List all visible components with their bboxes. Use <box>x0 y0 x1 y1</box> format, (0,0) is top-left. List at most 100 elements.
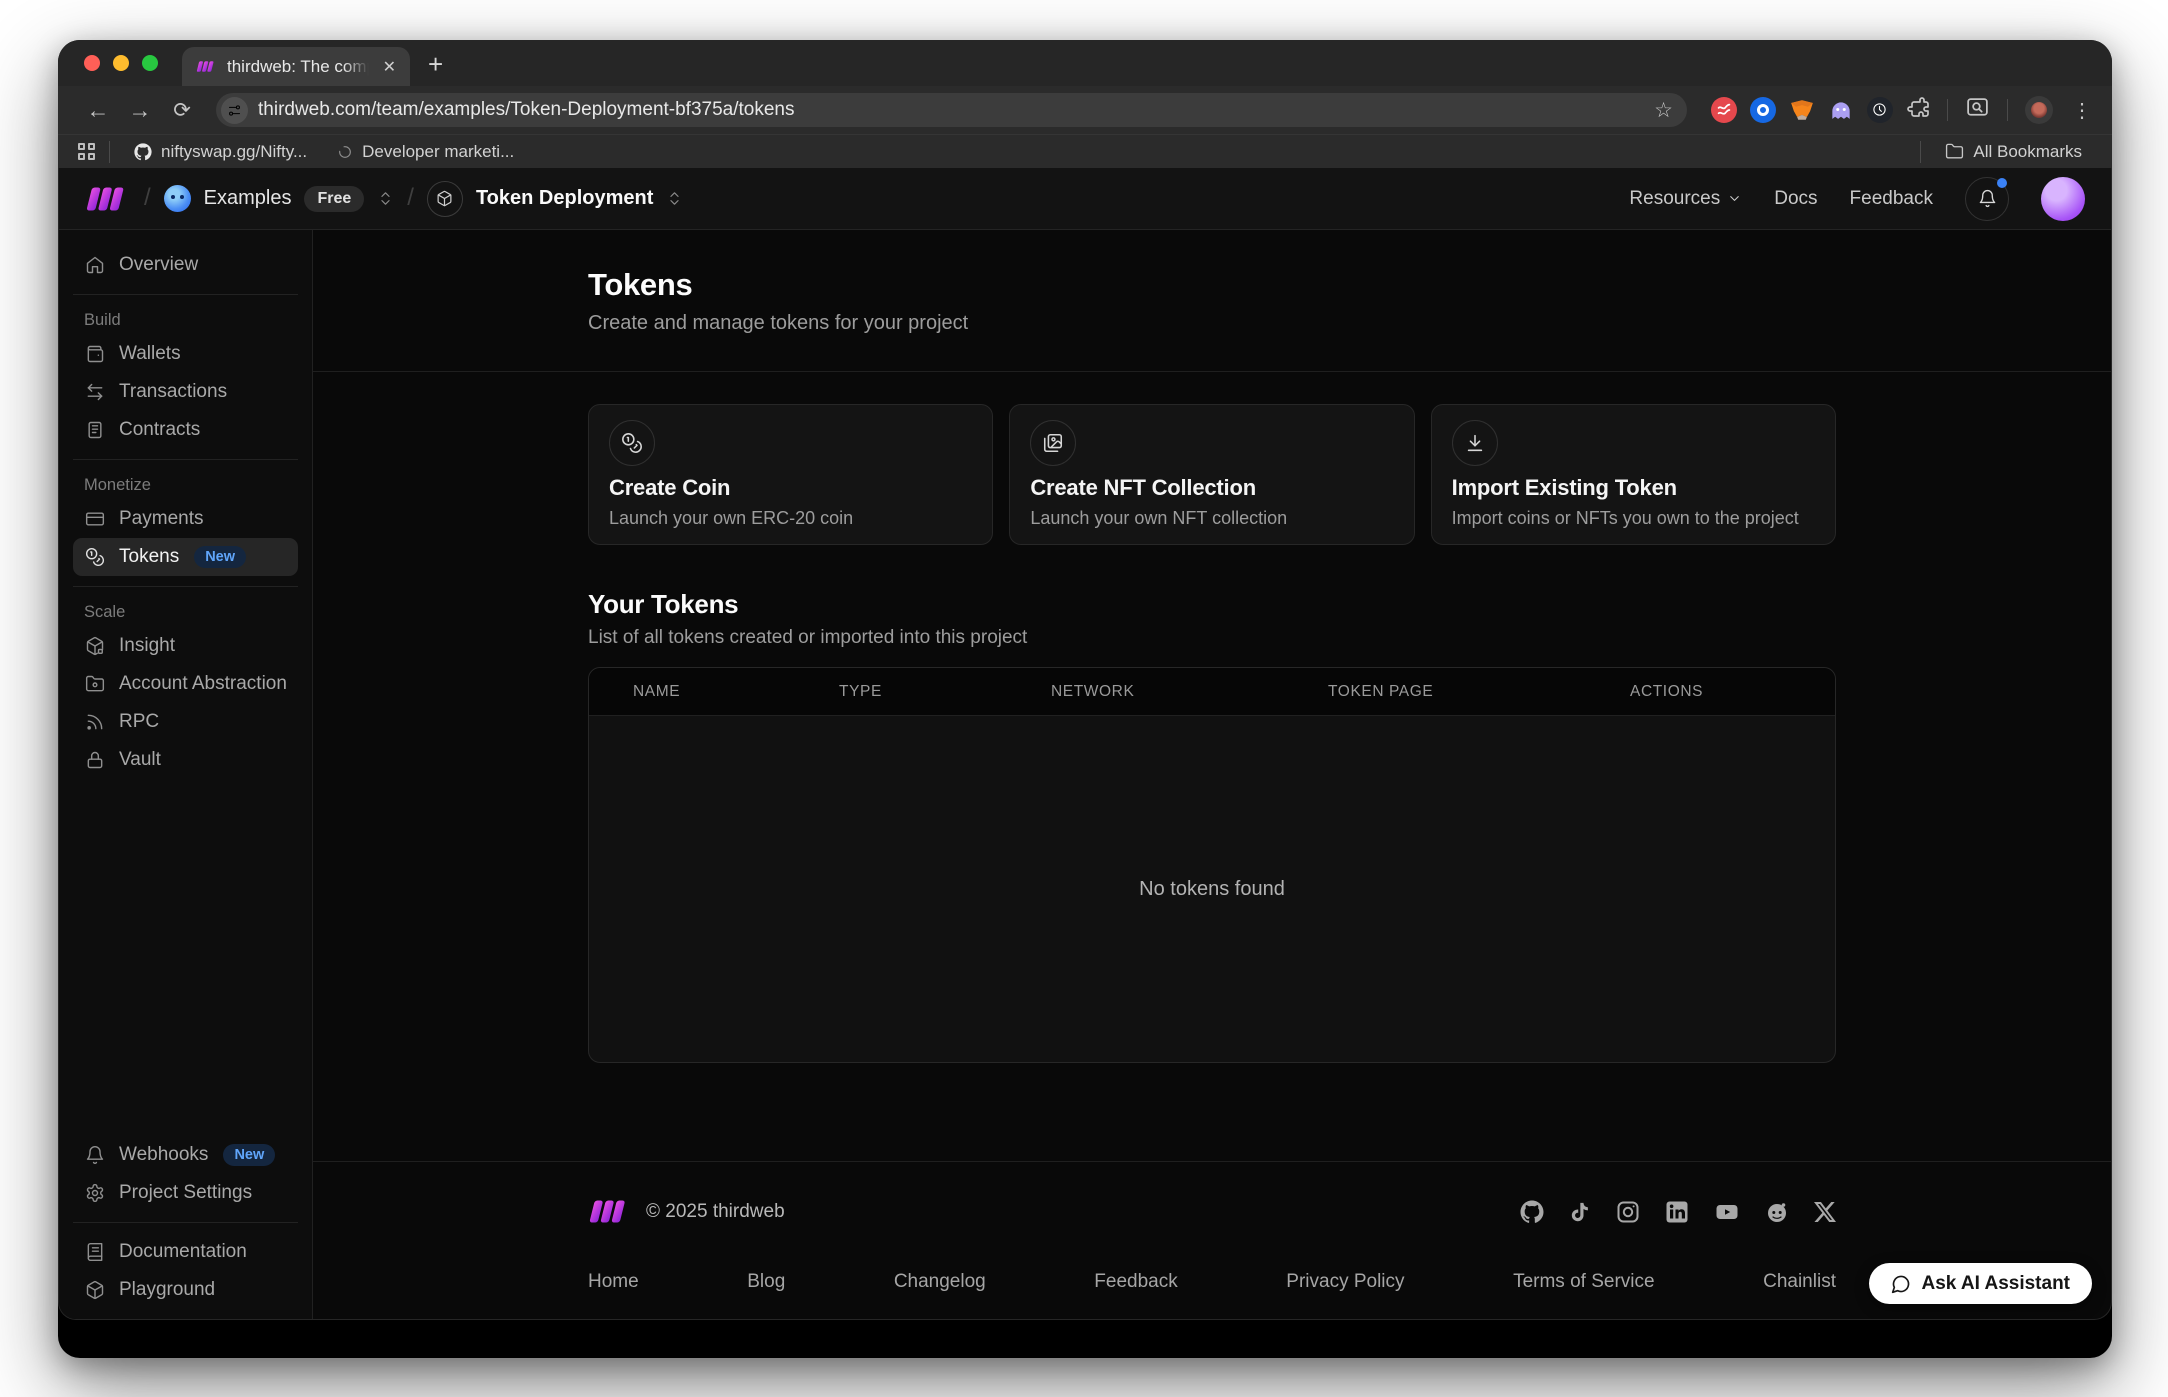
sidebar-item-payments[interactable]: Payments <box>73 500 298 538</box>
new-tab-button[interactable]: + <box>428 49 443 80</box>
project-name[interactable]: Token Deployment <box>476 187 653 210</box>
resources-menu[interactable]: Resources <box>1629 188 1742 210</box>
footer-link-terms-of-service[interactable]: Terms of Service <box>1513 1271 1654 1293</box>
linkedin-icon[interactable] <box>1665 1200 1689 1224</box>
footer-link-chainlist[interactable]: Chainlist <box>1763 1271 1836 1293</box>
instagram-icon[interactable] <box>1616 1200 1640 1224</box>
tab-title: thirdweb: The complete web3 <box>227 57 369 77</box>
sidebar-item-project-settings[interactable]: Project Settings <box>73 1174 298 1212</box>
team-name[interactable]: Examples <box>204 187 292 210</box>
thirdweb-logo <box>588 1198 632 1225</box>
browser-tab[interactable]: thirdweb: The complete web3 ✕ <box>182 47 410 86</box>
sidebar-item-rpc[interactable]: RPC <box>73 703 298 741</box>
page-title: Tokens <box>588 267 1836 303</box>
plan-badge: Free <box>304 186 364 212</box>
ask-ai-assistant-button[interactable]: Ask AI Assistant <box>1869 1263 2092 1304</box>
github-favicon <box>134 143 152 161</box>
page-footer: © 2025 thirdweb <box>313 1161 2111 1319</box>
tab-close-icon[interactable]: ✕ <box>379 55 400 79</box>
feedback-link[interactable]: Feedback <box>1850 188 1933 210</box>
reddit-icon[interactable] <box>1765 1200 1789 1224</box>
column-header-network: NETWORK <box>1051 683 1328 701</box>
youtube-icon[interactable] <box>1714 1200 1740 1224</box>
gear-icon <box>84 1183 106 1203</box>
thirdweb-logo[interactable] <box>85 185 131 213</box>
import-existing-token-card[interactable]: Import Existing Token Import coins or NF… <box>1431 404 1836 545</box>
table-body: No tokens found <box>589 716 1835 1062</box>
coins-icon <box>84 547 106 567</box>
extension-red-icon[interactable] <box>1711 97 1737 123</box>
sidebar-item-insight[interactable]: Insight <box>73 627 298 665</box>
user-avatar[interactable] <box>2041 177 2085 221</box>
forward-icon[interactable]: → <box>122 97 158 124</box>
bookmark-star-icon[interactable]: ☆ <box>1654 98 1673 123</box>
bell-icon <box>1978 189 1997 208</box>
extension-clock-icon[interactable] <box>1867 97 1893 123</box>
all-bookmarks-button[interactable]: All Bookmarks <box>1935 142 2092 162</box>
sidebar-item-playground[interactable]: Playground <box>73 1271 298 1309</box>
rss-icon <box>84 712 106 732</box>
browser-menu-icon[interactable]: ⋮ <box>2066 98 2098 123</box>
close-window-button[interactable] <box>84 55 100 71</box>
sidebar-item-wallets[interactable]: Wallets <box>73 335 298 373</box>
footer-link-changelog[interactable]: Changelog <box>894 1271 986 1293</box>
social-links <box>1520 1200 1836 1224</box>
project-switcher-icon[interactable] <box>666 190 683 207</box>
extension-blue-icon[interactable] <box>1750 97 1776 123</box>
card-description: Launch your own ERC-20 coin <box>609 508 972 529</box>
apps-grid-icon[interactable] <box>78 143 95 160</box>
footer-links: Home Blog Changelog Feedback Privacy Pol… <box>588 1271 1836 1293</box>
create-coin-card[interactable]: Create Coin Launch your own ERC-20 coin <box>588 404 993 545</box>
sidebar-item-vault[interactable]: Vault <box>73 741 298 779</box>
github-icon[interactable] <box>1520 1200 1544 1224</box>
thirdweb-favicon <box>196 59 217 74</box>
sidebar-item-webhooks[interactable]: Webhooks New <box>73 1136 298 1174</box>
toolbar-separator <box>1947 99 1948 121</box>
back-icon[interactable]: ← <box>80 97 116 124</box>
reload-icon[interactable]: ⟳ <box>164 98 200 123</box>
bookmark-developer-marketing[interactable]: Developer marketi... <box>327 142 524 162</box>
metamask-extension-icon[interactable] <box>1789 97 1815 123</box>
tiktok-icon[interactable] <box>1569 1200 1591 1224</box>
sidebar-item-tokens[interactable]: Tokens New <box>73 538 298 576</box>
sidebar-item-documentation[interactable]: Documentation <box>73 1233 298 1271</box>
site-info-icon[interactable] <box>221 97 248 124</box>
sidebar-item-account-abstraction[interactable]: Account Abstraction <box>73 665 298 703</box>
phantom-extension-icon[interactable] <box>1828 97 1854 123</box>
thirdweb-dashboard: / Examples Free / Token Deployment Resou… <box>58 168 2112 1320</box>
sidebar-divider <box>73 586 298 587</box>
browser-profile-avatar[interactable] <box>2025 96 2053 124</box>
x-icon[interactable] <box>1814 1201 1836 1223</box>
book-icon <box>84 1242 106 1262</box>
main-content: Tokens Create and manage tokens for your… <box>313 230 2111 1319</box>
home-icon <box>84 255 106 275</box>
sidebar-section-label: Build <box>73 305 298 335</box>
column-header-actions: ACTIONS <box>1630 683 1835 701</box>
column-header-type: TYPE <box>839 683 1051 701</box>
footer-link-feedback[interactable]: Feedback <box>1094 1271 1177 1293</box>
new-badge: New <box>223 1144 275 1166</box>
create-nft-collection-card[interactable]: Create NFT Collection Launch your own NF… <box>1009 404 1414 545</box>
column-header-token-page: TOKEN PAGE <box>1328 683 1630 701</box>
bookmark-niftyswap[interactable]: niftyswap.gg/Nifty... <box>124 142 317 162</box>
footer-link-privacy-policy[interactable]: Privacy Policy <box>1286 1271 1404 1293</box>
sidebar-item-contracts[interactable]: Contracts <box>73 411 298 449</box>
sidebar-item-overview[interactable]: Overview <box>73 246 298 284</box>
bookmark-label: Developer marketi... <box>362 142 514 162</box>
footer-link-blog[interactable]: Blog <box>747 1271 785 1293</box>
tab-search-icon[interactable] <box>1965 95 1990 125</box>
team-switcher-icon[interactable] <box>377 190 394 207</box>
images-icon <box>1030 420 1076 466</box>
sidebar-divider <box>73 294 298 295</box>
sidebar: Overview Build Wallets Transactions Cont… <box>59 230 313 1319</box>
minimize-window-button[interactable] <box>113 55 129 71</box>
footer-link-home[interactable]: Home <box>588 1271 639 1293</box>
sidebar-item-transactions[interactable]: Transactions <box>73 373 298 411</box>
address-bar[interactable]: thirdweb.com/team/examples/Token-Deploym… <box>216 93 1687 127</box>
folder-key-icon <box>84 674 106 694</box>
extensions-puzzle-icon[interactable] <box>1906 96 1930 125</box>
maximize-window-button[interactable] <box>142 55 158 71</box>
coins-icon <box>609 420 655 466</box>
docs-link[interactable]: Docs <box>1774 188 1817 210</box>
notifications-button[interactable] <box>1965 177 2009 221</box>
